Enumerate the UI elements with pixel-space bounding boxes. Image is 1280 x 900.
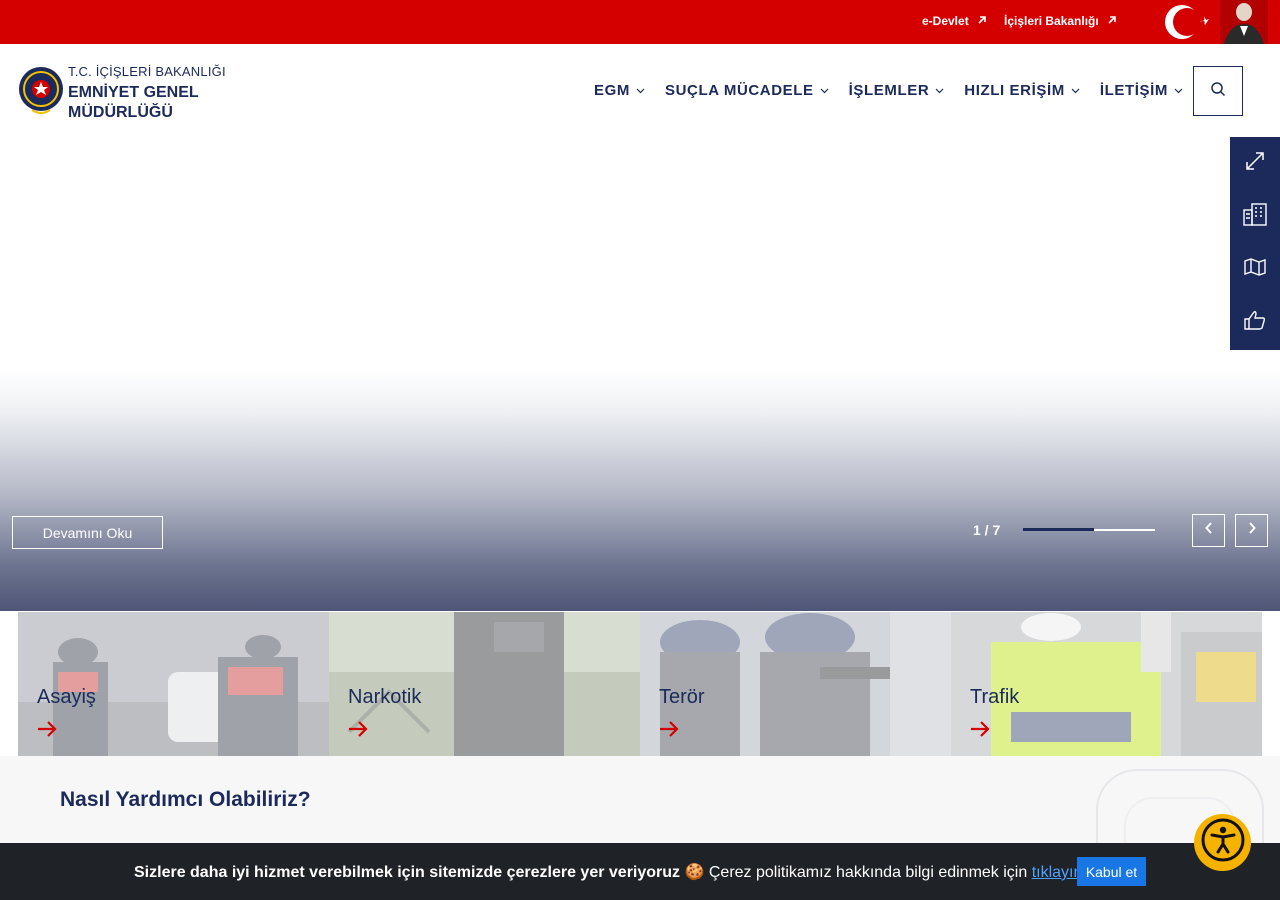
site-header: T.C. İÇİŞLERİ BAKANLIĞI EMNİYET GENEL MÜ…: [0, 44, 1280, 137]
arrow-right-icon: [37, 720, 57, 741]
external-arrow-icon: [977, 14, 987, 28]
chevron-down-icon: [935, 85, 944, 97]
card-label: Terör: [659, 686, 705, 708]
chevron-down-icon: [1071, 85, 1080, 97]
main-nav: EGM SUÇLA MÜCADELE İŞLEMLER HIZLI ERİŞİM…: [594, 82, 1183, 99]
side-tools-panel: [1230, 137, 1280, 350]
card-label: Narkotik: [348, 686, 422, 708]
icisleri-bakanligi-label: İçişleri Bakanlığı: [1004, 14, 1099, 28]
org-name-line2: MÜDÜRLÜĞÜ: [68, 104, 173, 121]
card-trafik[interactable]: Trafik: [951, 612, 1262, 756]
slide-progress-bar: [1023, 528, 1155, 531]
chevron-down-icon: [636, 85, 645, 97]
card-label: Trafik: [970, 686, 1020, 708]
nav-item-hizli-erisim[interactable]: HIZLI ERİŞİM: [964, 82, 1080, 99]
external-arrow-icon: [1107, 14, 1117, 28]
cookie-bold-text: Sizlere daha iyi hizmet verebilmek için …: [134, 864, 681, 881]
category-cards: Asayiş Narkotik Terör Trafik: [18, 612, 1263, 756]
search-icon: [1210, 81, 1226, 102]
slide-counter: 1 / 7: [973, 522, 1001, 538]
arrow-right-icon: [348, 720, 368, 741]
nav-item-label: HIZLI ERİŞİM: [964, 82, 1065, 99]
nav-item-iletisim[interactable]: İLETİŞİM: [1100, 82, 1183, 99]
org-name-line1: EMNİYET GENEL: [68, 84, 199, 101]
cookie-accept-button[interactable]: Kabul et: [1077, 857, 1146, 886]
chevron-down-icon: [820, 85, 829, 97]
e-devlet-label: e-Devlet: [922, 14, 969, 28]
card-asayis[interactable]: Asayiş: [18, 612, 329, 756]
card-veil: [329, 612, 640, 756]
map-icon: [1243, 257, 1267, 282]
thumbs-up-icon: [1243, 309, 1267, 336]
nav-item-label: SUÇLA MÜCADELE: [664, 82, 814, 99]
card-veil: [951, 612, 1262, 756]
card-label: Asayiş: [37, 686, 96, 708]
card-teror[interactable]: Terör: [640, 612, 951, 756]
ministry-name: T.C. İÇİŞLERİ BAKANLIĞI: [68, 64, 226, 79]
nav-item-islemler[interactable]: İŞLEMLER: [849, 82, 945, 99]
e-devlet-link[interactable]: e-Devlet: [922, 14, 987, 28]
turkish-flag-ataturk-icon: [1158, 0, 1268, 44]
brand-title[interactable]: T.C. İÇİŞLERİ BAKANLIĞI EMNİYET GENEL MÜ…: [68, 64, 226, 123]
card-veil: [640, 612, 951, 756]
side-tool-building[interactable]: [1230, 190, 1280, 243]
hero-slider: Devamını Oku 1 / 7: [0, 137, 1280, 611]
chevron-down-icon: [1174, 85, 1183, 97]
cookie-bar: Sizlere daha iyi hizmet verebilmek için …: [0, 843, 1280, 900]
slider-prev-button[interactable]: [1192, 514, 1225, 547]
accessibility-button[interactable]: [1194, 814, 1251, 871]
slider-next-button[interactable]: [1235, 514, 1268, 547]
card-narkotik[interactable]: Narkotik: [329, 612, 640, 756]
side-tool-thumbs-up[interactable]: [1230, 296, 1280, 349]
top-bar: e-Devlet İçişleri Bakanlığı: [0, 0, 1280, 44]
card-veil: [18, 612, 329, 756]
nav-item-egm[interactable]: EGM: [594, 82, 645, 99]
police-badge-icon[interactable]: [18, 58, 64, 122]
read-more-button[interactable]: Devamını Oku: [12, 516, 163, 549]
cookie-text: Çerez politikamız hakkında bilgi edinmek…: [708, 864, 1028, 881]
arrow-right-icon: [659, 720, 679, 741]
expand-icon: [1244, 150, 1266, 177]
arrow-right-icon: [970, 720, 990, 741]
icisleri-bakanligi-link[interactable]: İçişleri Bakanlığı: [1004, 14, 1117, 28]
nav-item-label: İŞLEMLER: [848, 82, 930, 99]
side-tool-map[interactable]: [1230, 243, 1280, 296]
building-icon: [1242, 202, 1268, 231]
chevron-right-icon: [1247, 521, 1257, 540]
slide-progress-fill: [1023, 528, 1095, 531]
help-title: Nasıl Yardımcı Olabiliriz?: [60, 788, 311, 811]
nav-item-label: EGM: [594, 82, 630, 99]
cookie-emoji: 🍪: [684, 864, 705, 881]
nav-item-sucla-mucadele[interactable]: SUÇLA MÜCADELE: [665, 82, 829, 99]
nav-item-label: İLETİŞİM: [1099, 82, 1168, 99]
search-button[interactable]: [1193, 66, 1243, 116]
cookie-message: Sizlere daha iyi hizmet verebilmek için …: [134, 862, 1095, 882]
chevron-left-icon: [1204, 521, 1214, 540]
accessibility-icon: [1200, 817, 1246, 868]
side-tool-expand[interactable]: [1230, 137, 1280, 190]
